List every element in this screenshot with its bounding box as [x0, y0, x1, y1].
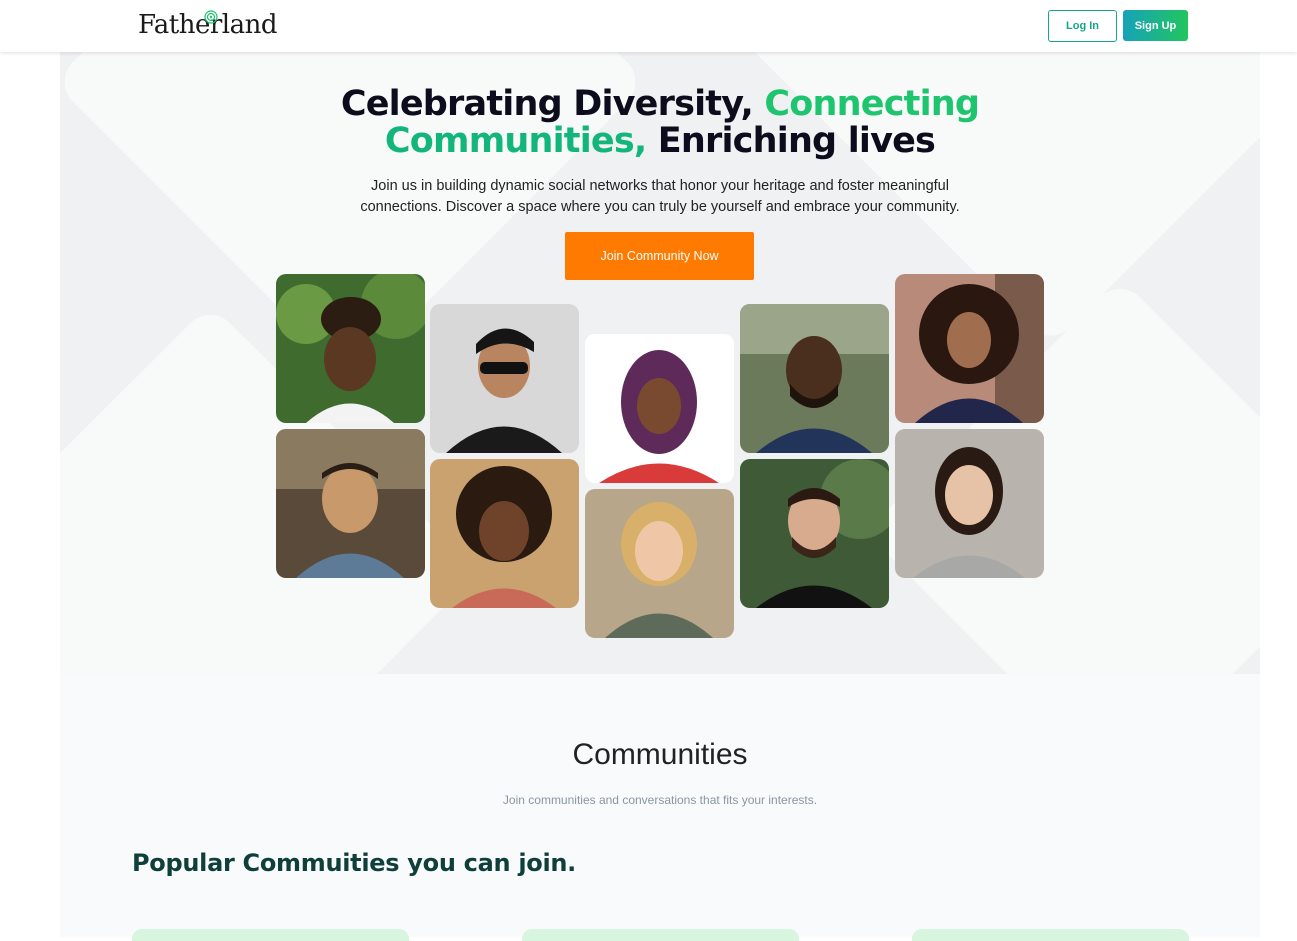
headline-part: Enriching lives	[657, 121, 936, 161]
signup-button[interactable]: Sign Up	[1123, 10, 1188, 41]
login-button[interactable]: Log In	[1048, 10, 1117, 42]
hero-headline: Celebrating Diversity, Connecting Commun…	[60, 86, 1260, 160]
popular-communities-heading: Popular Commuities you can join.	[132, 849, 576, 877]
member-photo	[276, 429, 425, 578]
community-card[interactable]	[522, 929, 799, 941]
fatherland-logo[interactable]: Fatherland	[138, 10, 278, 40]
member-photo	[585, 489, 734, 638]
member-photo	[585, 334, 734, 483]
headline-highlight: Connecting	[764, 84, 980, 124]
member-photo	[740, 304, 889, 453]
member-photo	[430, 304, 579, 453]
communities-title: Communities	[572, 738, 748, 771]
hero-subtitle: Join us in building dynamic social netwo…	[360, 178, 960, 215]
communities-section: Communities Join communities and convers…	[60, 674, 1260, 941]
community-card[interactable]	[912, 929, 1189, 941]
member-photo	[895, 274, 1044, 423]
logo-fingerprint-icon	[204, 10, 218, 24]
member-photo	[430, 459, 579, 608]
member-photo	[740, 459, 889, 608]
headline-part: Celebrating Diversity,	[340, 84, 765, 124]
headline-highlight: Communities,	[384, 121, 658, 161]
top-navbar: Fatherland Log In Sign Up	[0, 0, 1297, 52]
member-photo	[895, 429, 1044, 578]
join-community-button[interactable]: Join Community Now	[565, 232, 754, 280]
member-photo	[276, 274, 425, 423]
community-card[interactable]	[132, 929, 409, 941]
hero-section: Celebrating Diversity, Connecting Commun…	[60, 52, 1260, 674]
communities-subtitle: Join communities and conversations that …	[502, 793, 818, 807]
